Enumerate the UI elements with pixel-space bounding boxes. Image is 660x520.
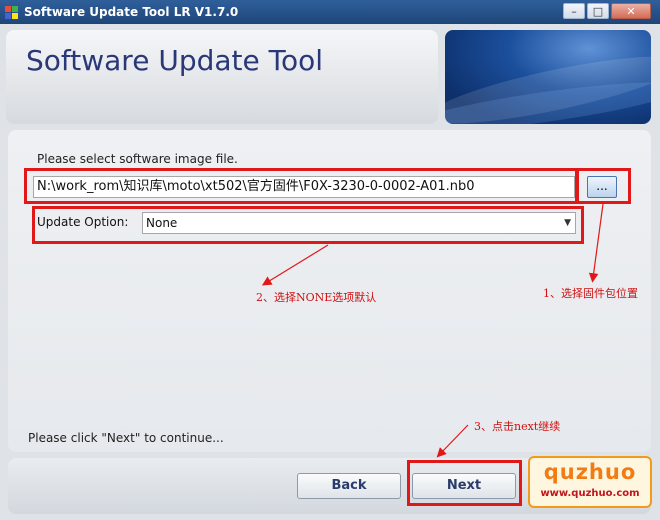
back-button[interactable]: Back (297, 473, 401, 499)
close-icon: ✕ (626, 5, 636, 18)
annotation-step1: 1、选择固件包位置 (543, 287, 638, 300)
next-button[interactable]: Next (412, 473, 516, 499)
browse-button[interactable]: ... (587, 176, 617, 198)
annotation-step3: 3、点击next继续 (474, 420, 561, 433)
file-path-input[interactable]: N:\work_rom\知识库\moto\xt502\官方固件\F0X-3230… (33, 176, 575, 198)
watermark-brand: quzhuo (543, 460, 637, 484)
page-title: Software Update Tool (26, 44, 324, 77)
header-banner-image (445, 30, 651, 124)
header-panel: Software Update Tool (6, 30, 438, 124)
minimize-icon: – (571, 5, 577, 18)
watermark-logo: quzhuo www.quzhuo.com (528, 456, 652, 508)
dropdown-arrow-icon[interactable]: ▼ (564, 213, 571, 233)
minimize-button[interactable]: – (563, 3, 585, 19)
title-bar: Software Update Tool LR V1.7.0 – □ ✕ (0, 0, 660, 24)
continue-instruction: Please click "Next" to continue... (28, 431, 224, 445)
close-button[interactable]: ✕ (611, 3, 651, 19)
annotation-step2: 2、选择NONE选项默认 (256, 291, 377, 304)
maximize-icon: □ (592, 5, 604, 18)
watermark-url: www.quzhuo.com (540, 488, 640, 499)
maximize-button[interactable]: □ (587, 3, 609, 19)
update-option-select[interactable]: None ▼ (142, 212, 576, 234)
window-title: Software Update Tool LR V1.7.0 (24, 5, 239, 19)
app-icon (4, 4, 20, 20)
update-option-value: None (146, 216, 178, 230)
update-option-label: Update Option: (37, 215, 129, 229)
file-prompt-label: Please select software image file. (37, 152, 238, 166)
